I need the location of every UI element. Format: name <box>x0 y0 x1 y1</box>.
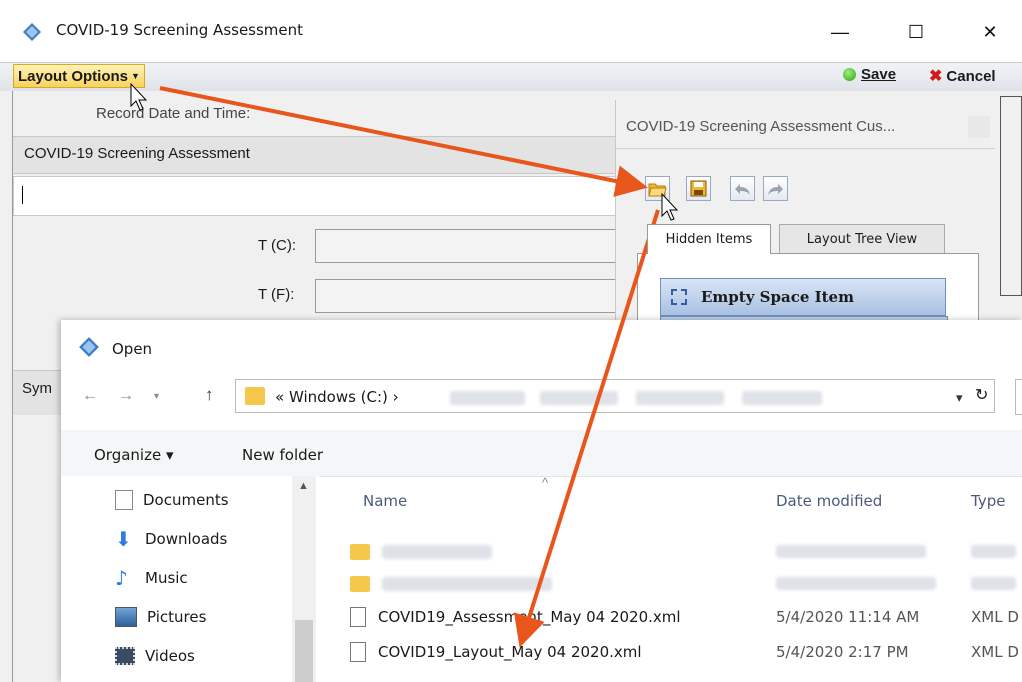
annotation-arrow <box>513 209 660 648</box>
mouse-cursor-icon <box>130 82 148 111</box>
annotation-arrow <box>159 86 648 197</box>
tab-hidden-items[interactable]: Hidden Items <box>647 224 771 254</box>
mouse-cursor-icon <box>661 192 679 221</box>
annotation-overlay <box>130 82 679 648</box>
